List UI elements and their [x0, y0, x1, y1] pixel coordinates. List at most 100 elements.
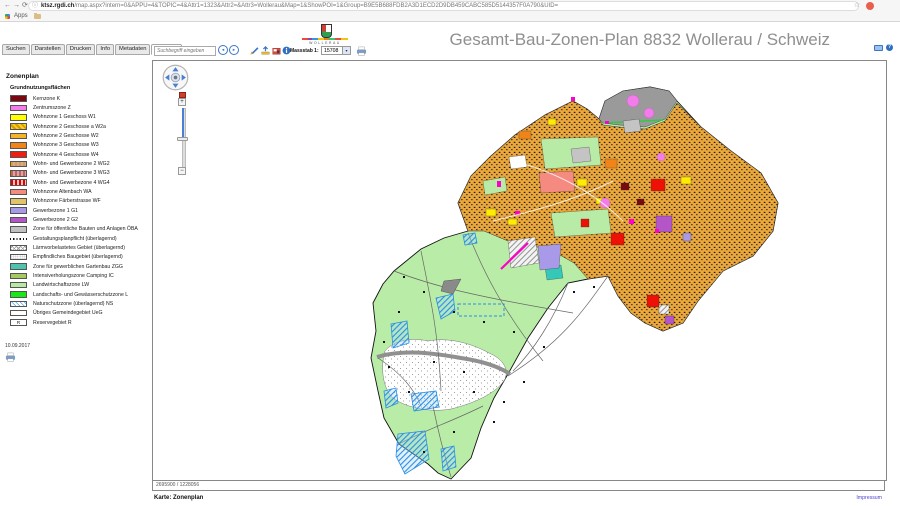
- legend-item-label: Zone für öffentliche Bauten und Anlagen …: [33, 226, 138, 232]
- bookmarks-bar: Apps: [0, 12, 900, 21]
- bookmark-star-icon[interactable]: ☆: [854, 1, 860, 9]
- legend-date: 10.09.2017: [5, 343, 30, 349]
- impressum-link[interactable]: Impressum: [856, 495, 882, 501]
- map-name-label: Karte: Zonenplan: [154, 495, 203, 501]
- panel-tab[interactable]: Info: [96, 44, 114, 55]
- legend-item: Wohnzone Färberstrasse WF: [10, 197, 150, 206]
- previous-extent-button[interactable]: ◄: [218, 45, 228, 55]
- legend-item: Empfindliches Baugebiet (überlagernd): [10, 253, 150, 262]
- legend-item-label: Wohnzone 4 Geschosse W4: [33, 152, 99, 158]
- map-marker-icon[interactable]: [272, 46, 281, 55]
- browser-refresh-icon[interactable]: ⟳: [22, 1, 28, 10]
- legend-swatch: [10, 263, 27, 270]
- apps-grid-icon[interactable]: [5, 14, 10, 19]
- legend-item-label: Zentrumszone Z: [33, 105, 71, 111]
- legend-swatch: [10, 254, 27, 261]
- zoom-in-button[interactable]: +: [178, 98, 186, 106]
- legend-item: Wohnzone 2 Geschosse W2: [10, 131, 150, 140]
- legend-list: Kernzone K Zentrumszone Z Wohnzone 1 Ges…: [10, 94, 150, 327]
- legend-item-label: Gewerbezone 1 G1: [33, 208, 78, 214]
- legend-item: Wohnzone 4 Geschosse W4: [10, 150, 150, 159]
- scale-select[interactable]: 15708 ▾: [321, 46, 351, 55]
- zoning-map[interactable]: [153, 61, 886, 480]
- legend-swatch: [10, 179, 27, 186]
- export-map-icon[interactable]: [261, 46, 270, 55]
- legend-swatch: [10, 151, 27, 158]
- map-viewport[interactable]: + −: [152, 60, 887, 481]
- zoom-slider-handle[interactable]: [177, 137, 188, 141]
- legend-swatch: [10, 273, 27, 280]
- legend-item-label: Wohnzone 2 Geschosse W2: [33, 133, 99, 139]
- legend-swatch: [10, 207, 27, 214]
- legend-item: Wohnzone 1 Geschoss W1: [10, 113, 150, 122]
- legend-item: Wohn- und Gewerbezone 2 WG2: [10, 159, 150, 168]
- legend-swatch: [10, 282, 27, 289]
- legend-swatch: [10, 217, 27, 224]
- legend-item: Wohnzone Altenbach WA: [10, 187, 150, 196]
- browser-back-icon[interactable]: ←: [4, 1, 11, 10]
- legend-item: Wohn- und Gewerbezone 4 WG4: [10, 178, 150, 187]
- legend-item: Gewerbezone 1 G1: [10, 206, 150, 215]
- pan-compass-control[interactable]: [162, 64, 189, 91]
- legend-group-title: Grundnutzungsflächen: [10, 85, 70, 91]
- legend-item: Intensiverholungszone Camping IC: [10, 271, 150, 280]
- legend-item-label: Wohnzone Altenbach WA: [33, 189, 92, 195]
- legend-swatch: [10, 245, 27, 252]
- panel-tab[interactable]: Drucken: [66, 44, 96, 55]
- url-bar[interactable]: ⓘ ktsz.rgdi.ch/map.aspx?intern=0&APPU=4&…: [28, 1, 859, 11]
- legend-item-label: Landwirtschaftszone LW: [33, 282, 89, 288]
- legend-item-label: Wohnzone 2 Geschosse a W2a: [33, 124, 106, 130]
- url-path: /map.aspx?intern=0&APPU=4&TOPIC=4&Attr1=…: [74, 3, 558, 9]
- browser-extension-icon[interactable]: [866, 2, 874, 10]
- legend-item: Zentrumszone Z: [10, 103, 150, 112]
- legend-item-label: Wohnzone Färberstrasse WF: [33, 198, 101, 204]
- legend-swatch: [10, 123, 27, 130]
- legend-item: Zone für gewerblichen Gartenbau ZGG: [10, 262, 150, 271]
- legend-item: Wohnzone 2 Geschosse a W2a: [10, 122, 150, 131]
- search-input[interactable]: [154, 46, 216, 56]
- coordinates-readout: 2695900 / 1228056: [152, 480, 885, 491]
- print-legend-icon[interactable]: [5, 352, 16, 362]
- next-extent-button[interactable]: ►: [229, 45, 239, 55]
- panel-tab[interactable]: Metadaten: [115, 44, 150, 55]
- legend-item: Wohn- und Gewerbezone 3 WG3: [10, 169, 150, 178]
- legend-item: Gestaltungsplanpflicht (überlagernd): [10, 234, 150, 243]
- legend-item-label: Empfindliches Baugebiet (überlagernd): [33, 254, 123, 260]
- legend-item-label: Wohnzone 1 Geschoss W1: [33, 114, 96, 120]
- legend-swatch: [10, 291, 27, 298]
- legend-item: R Reservegebiet R: [10, 318, 150, 327]
- browser-forward-icon[interactable]: →: [13, 1, 20, 10]
- legend-item: Zone für öffentliche Bauten und Anlagen …: [10, 225, 150, 234]
- legend-item: Landschafts- und Gewässerschutzzone L: [10, 290, 150, 299]
- legend-item-label: Gestaltungsplanpflicht (überlagernd): [33, 236, 117, 242]
- legend-item-label: Lärmvorbelastetes Gebiet (überlagernd): [33, 245, 125, 251]
- panel-tab[interactable]: Suchen: [2, 44, 30, 55]
- pen-tool-icon[interactable]: [250, 46, 259, 55]
- help-icon[interactable]: ?: [886, 44, 893, 51]
- print-map-icon[interactable]: [356, 46, 367, 56]
- legend-item-label: Intensiverholungszone Camping IC: [33, 273, 114, 279]
- chevron-down-icon[interactable]: ▾: [342, 47, 350, 54]
- legend-swatch: [10, 133, 27, 140]
- logo-text: WOLLERAU: [302, 41, 348, 45]
- legend-item-label: Wohn- und Gewerbezone 3 WG3: [33, 170, 110, 176]
- legend-swatch: [10, 310, 27, 317]
- legend-item: Kernzone K: [10, 94, 150, 103]
- panel-tab[interactable]: Darstellen: [31, 44, 65, 55]
- scale-value: 15708: [324, 48, 338, 54]
- overview-map-icon[interactable]: [874, 45, 883, 51]
- bookmarks-folder-icon[interactable]: [34, 14, 41, 19]
- legend-item-label: Landschafts- und Gewässerschutzzone L: [33, 292, 128, 298]
- zoom-out-button[interactable]: −: [178, 167, 186, 175]
- legend-item-label: Übriges Gemeindegebiet UeG: [33, 310, 103, 316]
- legend-item: Wohnzone 3 Geschosse W3: [10, 141, 150, 150]
- legend-swatch: [10, 142, 27, 149]
- legend-swatch: [10, 226, 27, 233]
- legend-item: Landwirtschaftszone LW: [10, 281, 150, 290]
- legend-swatch: R: [10, 319, 27, 326]
- legend-item: Naturschutzzone (überlagernd) NS: [10, 299, 150, 308]
- apps-label[interactable]: Apps: [14, 13, 28, 19]
- legend-swatch: [10, 95, 27, 102]
- legend-item-label: Kernzone K: [33, 96, 60, 102]
- page-info-icon[interactable]: ⓘ: [32, 2, 38, 10]
